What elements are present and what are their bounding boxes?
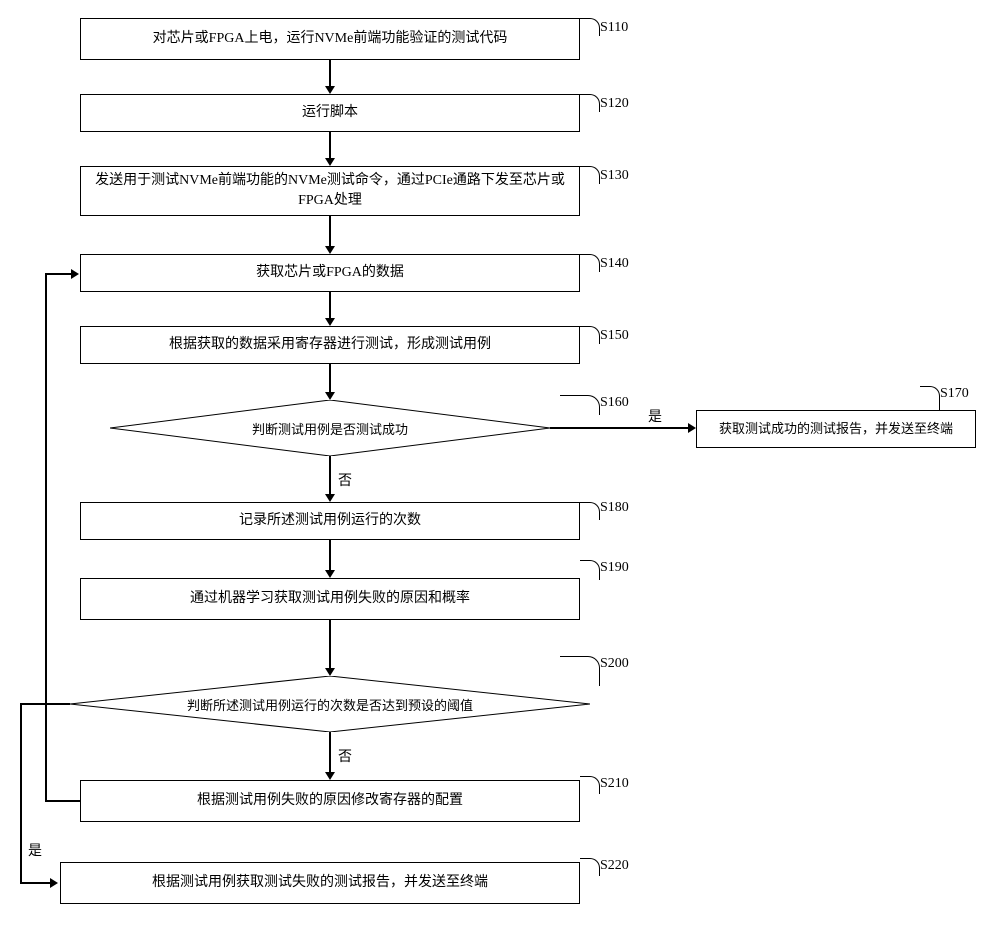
arrow — [329, 132, 331, 160]
arrow-head — [325, 570, 335, 578]
step-s150: 根据获取的数据采用寄存器进行测试，形成测试用例 — [80, 326, 580, 364]
arrow-s200-yes-h2 — [20, 882, 52, 884]
label-s150: S150 — [600, 328, 629, 344]
step-s140: 获取芯片或FPGA的数据 — [80, 254, 580, 292]
arrow — [550, 427, 690, 429]
loop-h1 — [45, 800, 80, 802]
arrow — [329, 732, 331, 774]
curve-s120 — [580, 94, 600, 112]
step-text: 获取芯片或FPGA的数据 — [256, 263, 404, 283]
arrow-head — [688, 423, 696, 433]
curve-s140 — [580, 254, 600, 272]
step-text: 记录所述测试用例运行的次数 — [239, 511, 421, 531]
curve-s170 — [920, 386, 940, 410]
arrow-head — [325, 772, 335, 780]
arrow-head — [325, 86, 335, 94]
arrow — [329, 540, 331, 572]
label-s160: S160 — [600, 395, 629, 411]
arrow — [329, 60, 331, 88]
arrow-head — [71, 269, 79, 279]
step-s130: 发送用于测试NVMe前端功能的NVMe测试命令，通过PCIe通路下发至芯片或FP… — [80, 166, 580, 216]
arrow — [329, 216, 331, 248]
step-text: 对芯片或FPGA上电，运行NVMe前端功能验证的测试代码 — [153, 29, 508, 49]
loop-v — [45, 273, 47, 802]
curve-s180 — [580, 502, 600, 520]
label-s140: S140 — [600, 256, 629, 272]
decision-s200: 判断所述测试用例运行的次数是否达到预设的阈值 — [70, 676, 590, 732]
decision-text: 判断测试用例是否测试成功 — [252, 419, 408, 438]
edge-yes-2: 是 — [28, 840, 42, 860]
label-s200: S200 — [600, 656, 629, 672]
arrow — [329, 364, 331, 394]
arrow-head — [325, 318, 335, 326]
decision-s160: 判断测试用例是否测试成功 — [110, 400, 550, 456]
step-text: 根据测试用例获取测试失败的测试报告，并发送至终端 — [152, 873, 488, 893]
curve-s210 — [580, 776, 600, 794]
arrow-head — [325, 158, 335, 166]
decision-text: 判断所述测试用例运行的次数是否达到预设的阈值 — [187, 695, 473, 714]
step-text: 发送用于测试NVMe前端功能的NVMe测试命令，通过PCIe通路下发至芯片或FP… — [89, 171, 571, 210]
step-s190: 通过机器学习获取测试用例失败的原因和概率 — [80, 578, 580, 620]
curve-s110 — [580, 18, 600, 36]
loop-h2 — [45, 273, 73, 275]
step-text: 运行脚本 — [302, 103, 358, 123]
arrow-head — [325, 668, 335, 676]
arrow — [329, 456, 331, 496]
arrow-head — [325, 392, 335, 400]
label-s120: S120 — [600, 96, 629, 112]
edge-no-2: 否 — [338, 746, 352, 766]
curve-s160 — [560, 395, 600, 415]
step-s110: 对芯片或FPGA上电，运行NVMe前端功能验证的测试代码 — [80, 18, 580, 60]
label-s180: S180 — [600, 500, 629, 516]
step-text: 通过机器学习获取测试用例失败的原因和概率 — [190, 589, 470, 609]
arrow-head — [50, 878, 58, 888]
curve-s150 — [580, 326, 600, 344]
flowchart-canvas: 对芯片或FPGA上电，运行NVMe前端功能验证的测试代码 S110 运行脚本 S… — [0, 0, 1000, 951]
edge-no: 否 — [338, 470, 352, 490]
arrow-s200-yes-v — [20, 703, 22, 883]
label-s170: S170 — [940, 386, 969, 402]
step-s220: 根据测试用例获取测试失败的测试报告，并发送至终端 — [60, 862, 580, 904]
curve-s190 — [580, 560, 600, 580]
label-s210: S210 — [600, 776, 629, 792]
edge-yes: 是 — [648, 406, 662, 426]
label-s190: S190 — [600, 560, 629, 576]
arrow — [329, 292, 331, 320]
arrow-head — [325, 246, 335, 254]
curve-s220 — [580, 858, 600, 876]
step-s180: 记录所述测试用例运行的次数 — [80, 502, 580, 540]
step-text: 获取测试成功的测试报告，并发送至终端 — [719, 420, 953, 438]
label-s220: S220 — [600, 858, 629, 874]
arrow — [329, 620, 331, 670]
step-s120: 运行脚本 — [80, 94, 580, 132]
curve-s130 — [580, 166, 600, 184]
step-s170: 获取测试成功的测试报告，并发送至终端 — [696, 410, 976, 448]
label-s110: S110 — [600, 20, 628, 36]
step-s210: 根据测试用例失败的原因修改寄存器的配置 — [80, 780, 580, 822]
step-text: 根据测试用例失败的原因修改寄存器的配置 — [197, 791, 463, 811]
arrow-head — [325, 494, 335, 502]
step-text: 根据获取的数据采用寄存器进行测试，形成测试用例 — [169, 335, 491, 355]
label-s130: S130 — [600, 168, 629, 184]
curve-s200 — [560, 656, 600, 686]
